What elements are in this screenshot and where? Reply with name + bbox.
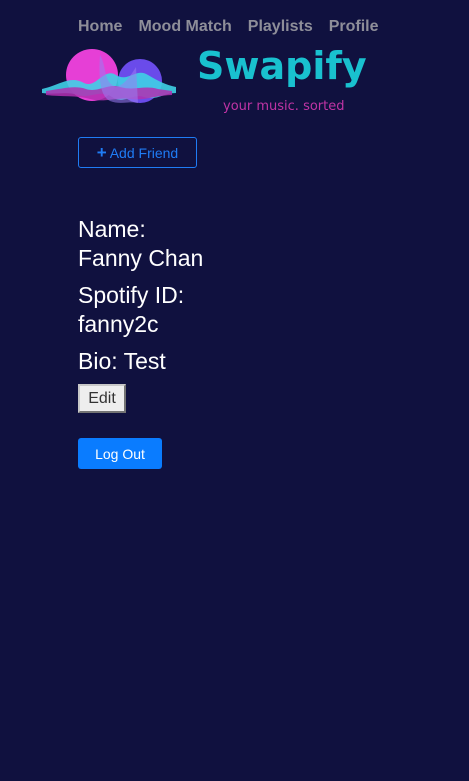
swapify-logo: Swapify your music. sorted — [40, 45, 390, 120]
log-out-button[interactable]: Log Out — [78, 438, 162, 469]
nav-mood-match-link[interactable]: Mood Match — [138, 18, 231, 36]
name-label: Name: — [78, 216, 146, 242]
edit-button[interactable]: Edit — [78, 384, 126, 413]
spotify-id-label: Spotify ID: — [78, 282, 185, 308]
nav-home-link[interactable]: Home — [78, 18, 122, 36]
plus-icon: + — [96, 142, 107, 162]
logo-wordmark: Swapify — [197, 44, 367, 88]
sound-wave-logo-icon — [42, 49, 176, 103]
add-friend-button[interactable]: + Add Friend — [78, 137, 197, 168]
nav-profile-link[interactable]: Profile — [329, 18, 379, 36]
nav-playlists-link[interactable]: Playlists — [248, 18, 313, 36]
profile-name-row: Name: Fanny Chan — [78, 215, 203, 273]
name-value: Fanny Chan — [78, 245, 204, 271]
spotify-id-value: fanny2c — [78, 311, 159, 337]
add-friend-label: Add Friend — [109, 144, 179, 161]
profile-bio-row: Bio: Test — [78, 347, 203, 376]
profile-spotify-row: Spotify ID: fanny2c — [78, 281, 203, 339]
profile-details: Name: Fanny Chan Spotify ID: fanny2c Bio… — [78, 215, 203, 384]
bio-value: Test — [123, 348, 166, 374]
logo-tagline: your music. sorted — [223, 99, 345, 114]
main-nav: Home Mood Match Playlists Profile — [78, 18, 395, 36]
bio-label: Bio: — [78, 348, 118, 374]
